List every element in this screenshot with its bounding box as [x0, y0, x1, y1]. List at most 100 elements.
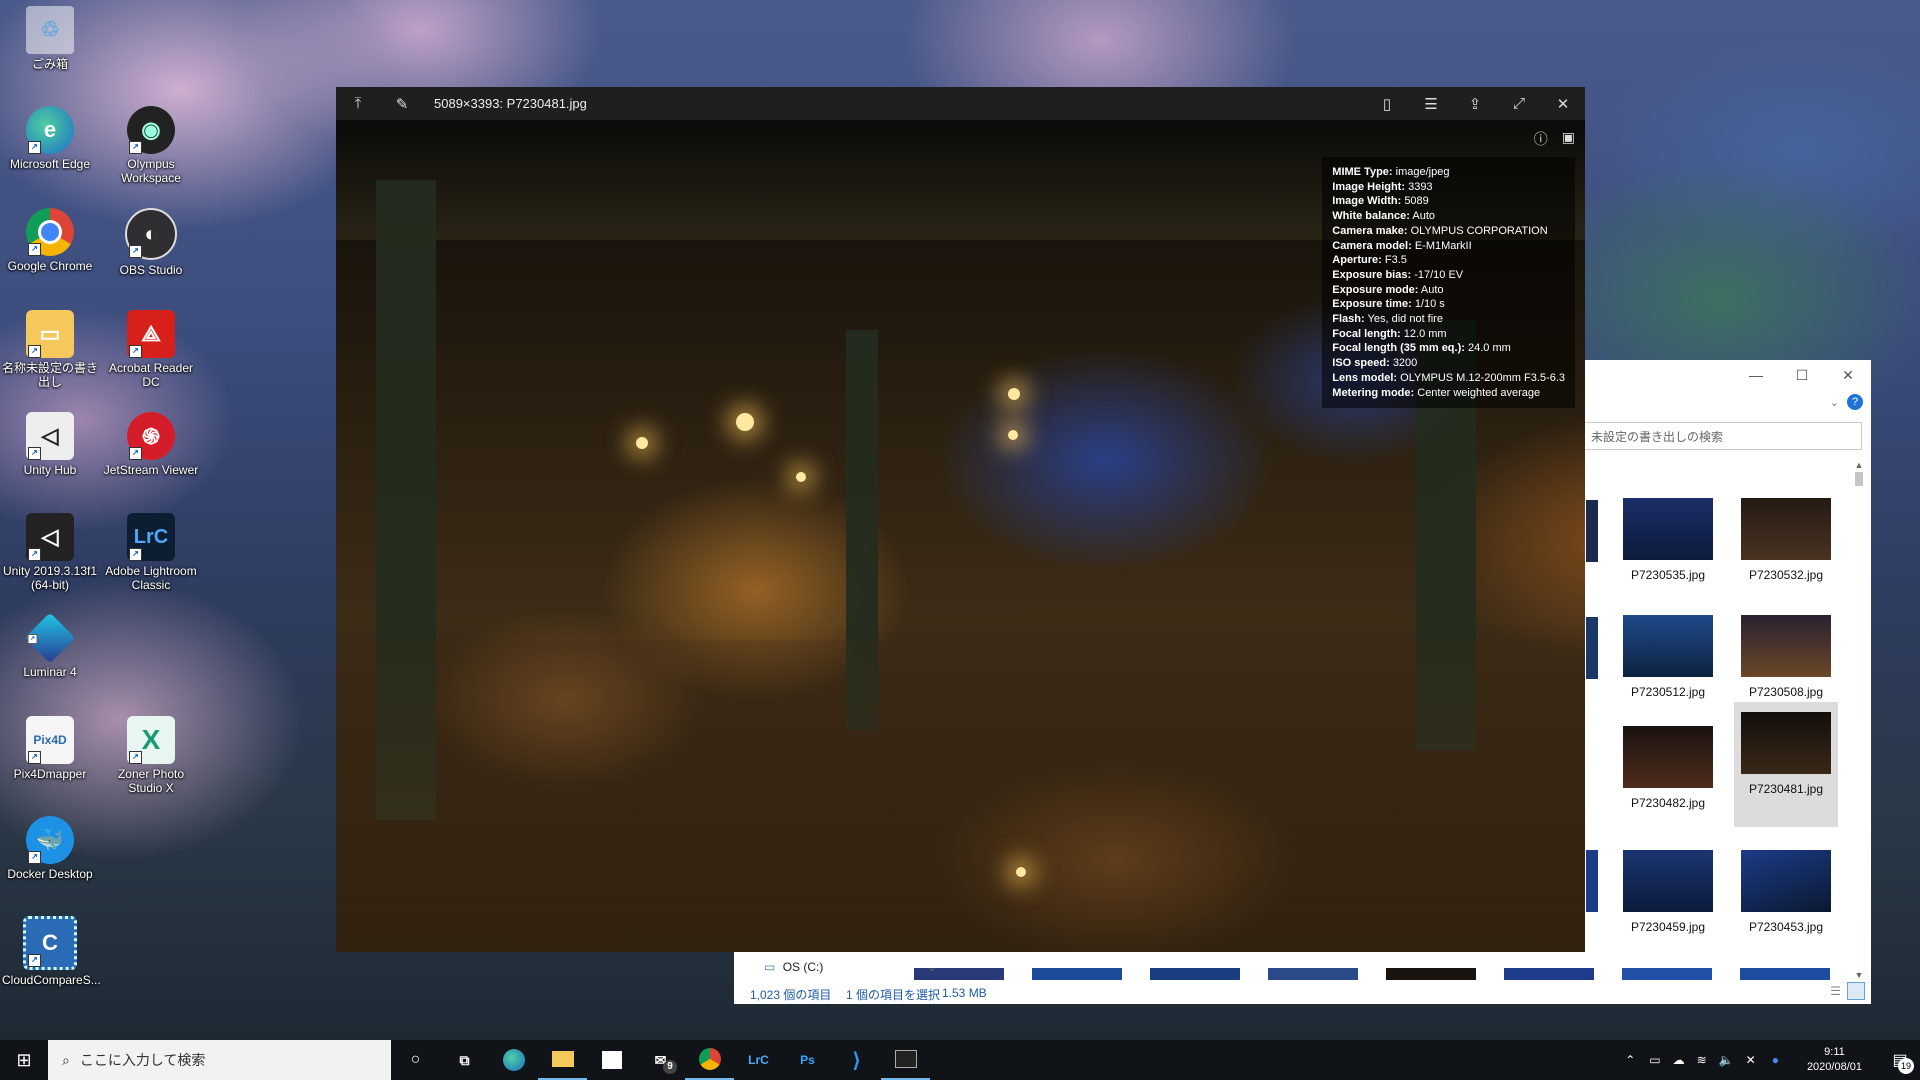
desktop-icon-folder[interactable]: ▭ ↗ 名称未設定の書き出し: [2, 310, 98, 389]
maximize-button[interactable]: ☐: [1779, 360, 1825, 390]
vscode-taskbar-icon[interactable]: ⟩: [832, 1040, 881, 1080]
desktop-icon-edge[interactable]: e ↗ Microsoft Edge: [2, 106, 98, 171]
thumbnail-partial: [1150, 968, 1240, 980]
mail-taskbar-icon[interactable]: ✉ 9: [636, 1040, 685, 1080]
exif-row: Metering mode: Center weighted average: [1332, 386, 1541, 399]
disconnect-icon[interactable]: ✕: [1746, 1053, 1756, 1067]
start-button[interactable]: ⊞: [0, 1040, 48, 1080]
thumbnail-item[interactable]: P7230532.jpg: [1734, 498, 1838, 598]
mail-badge: 9: [663, 1060, 677, 1074]
volume-icon[interactable]: 🔈: [1719, 1053, 1734, 1067]
photo-lamp: [1008, 430, 1018, 440]
minimize-button[interactable]: —: [1733, 360, 1779, 390]
desktop-icon-unity-hub[interactable]: ◁ ↗ Unity Hub: [2, 412, 98, 477]
zoner-icon: X ↗: [127, 716, 175, 764]
task-view-icon[interactable]: ⧉: [440, 1040, 489, 1080]
chevron-up-icon[interactable]: ⌃: [1625, 1053, 1635, 1067]
status-bar: 1,023 個の項目 1 個の項目を選択 1.53 MB ☰: [734, 980, 1871, 1004]
luminar-icon: ↗: [24, 612, 76, 664]
ribbon-expand-icon[interactable]: ⌄: [1830, 396, 1839, 409]
photo-lamp: [796, 472, 806, 482]
scroll-down-icon[interactable]: ▼: [1853, 970, 1865, 980]
system-tray: ⌃ ▭ ☁ ≋ 🔈 ✕ ● 9:11 2020/08/01 ▤19: [1617, 1040, 1920, 1080]
desktop-icon-acrobat[interactable]: ⟁ ↗ Acrobat Reader DC: [103, 310, 199, 389]
thumbnail-item[interactable]: P7230459.jpg: [1616, 850, 1720, 950]
exif-row: White balance: Auto: [1332, 210, 1435, 223]
info-icon[interactable]: ⓘ: [1534, 129, 1548, 149]
desktop-icon-recycle-bin[interactable]: ♲ ごみ箱: [2, 6, 98, 71]
exif-row: Exposure bias: -17/10 EV: [1332, 268, 1464, 281]
wifi-icon[interactable]: ≋: [1697, 1053, 1707, 1067]
desktop-icon-jetstream[interactable]: ֍ ↗ JetStream Viewer: [103, 412, 199, 477]
terminal-taskbar-icon[interactable]: [881, 1040, 930, 1080]
file-icon[interactable]: ▯: [1365, 87, 1409, 120]
cortana-icon[interactable]: ○: [391, 1040, 440, 1080]
scroll-up-icon[interactable]: ▲: [1853, 460, 1865, 470]
photo-lamp: [1016, 867, 1026, 877]
desktop-icon-pix4d[interactable]: Pix4D ↗ Pix4Dmapper: [2, 716, 98, 781]
viewer-overlay-icons: ⓘ ▣: [1534, 129, 1575, 149]
exif-row: Exposure time: 1/10 s: [1332, 298, 1445, 311]
close-button[interactable]: ✕: [1825, 360, 1871, 390]
search-input[interactable]: 未設定の書き出しの検索: [1582, 422, 1862, 450]
desktop-icon-unity[interactable]: ◁ ↗ Unity 2019.3.13f1 (64-bit): [2, 513, 98, 592]
pin-icon[interactable]: ✎: [380, 87, 424, 120]
thumbnail-item[interactable]: P7230453.jpg: [1734, 850, 1838, 950]
exif-row: Aperture: F3.5: [1332, 254, 1407, 267]
store-taskbar-icon[interactable]: [587, 1040, 636, 1080]
scrollbar[interactable]: ▲ ▼: [1853, 460, 1865, 980]
action-center-icon[interactable]: ▤19: [1880, 1050, 1920, 1074]
close-icon[interactable]: ✕: [1541, 87, 1585, 120]
thumbnail-item[interactable]: P7230508.jpg: [1734, 615, 1838, 715]
chrome-taskbar-icon[interactable]: [685, 1040, 734, 1080]
defender-icon[interactable]: ●: [1772, 1053, 1779, 1067]
exif-row: Image Height: 3393: [1332, 180, 1433, 193]
pix4d-icon: Pix4D ↗: [26, 716, 74, 764]
exif-panel: MIME Type: image/jpeg Image Height: 3393…: [1322, 157, 1575, 409]
photo-lamp: [636, 437, 648, 449]
edge-taskbar-icon[interactable]: [489, 1040, 538, 1080]
large-icons-view-icon[interactable]: [1847, 982, 1865, 1000]
desktop-icon-docker[interactable]: 🐳 ↗ Docker Desktop: [2, 816, 98, 881]
folder-icon: ▭ ↗: [26, 310, 74, 358]
file-explorer-taskbar-icon[interactable]: [538, 1040, 587, 1080]
viewer-titlebar: ⤒ ✎ 5089×3393: P7230481.jpg ▯ ☰ ⇪ ⤢ ✕: [336, 87, 1585, 120]
clock-date: 2020/08/01: [1806, 1061, 1862, 1073]
list-icon[interactable]: ☰: [1409, 87, 1453, 120]
up-arrow-icon[interactable]: ⤒: [336, 87, 380, 120]
lightroom-taskbar-icon[interactable]: LrC: [734, 1040, 783, 1080]
desktop-icon-luminar[interactable]: ↗ Luminar 4: [2, 612, 98, 679]
thumbnail-item[interactable]: P7230535.jpg: [1616, 498, 1720, 598]
thumbnail-item[interactable]: P7230512.jpg: [1616, 615, 1720, 715]
thumbnail-image: [1623, 498, 1713, 560]
desktop-icon-chrome[interactable]: ↗ Google Chrome: [2, 208, 98, 273]
thumbnail-partial: [1586, 500, 1598, 562]
chevron-down-icon[interactable]: ⌄: [927, 960, 937, 974]
thumbnail-item[interactable]: P7230482.jpg: [1616, 726, 1720, 826]
drive-icon: ▭: [764, 960, 776, 974]
desktop-icon-lightroom[interactable]: LrC ↗ Adobe Lightroom Classic: [103, 513, 199, 592]
thumbnail-image: [1741, 615, 1831, 677]
details-view-icon[interactable]: ☰: [1830, 984, 1841, 998]
help-icon[interactable]: ?: [1847, 394, 1863, 410]
desktop-icon-olympus-workspace[interactable]: ◉ ↗ Olympus Workspace: [103, 106, 199, 185]
desktop-icon-zoner[interactable]: X ↗ Zoner Photo Studio X: [103, 716, 199, 795]
thumbnail-image: [1623, 850, 1713, 912]
onedrive-icon[interactable]: ☁: [1673, 1053, 1685, 1067]
taskbar-search-box[interactable]: ⌕ ここに入力して検索: [48, 1040, 391, 1080]
slideshow-icon[interactable]: ▣: [1562, 129, 1575, 149]
nav-item-os-drive[interactable]: ▭ OS (C:) ⌄: [764, 960, 937, 974]
exif-row: Lens model: OLYMPUS M.12-200mm F3.5-6.3: [1332, 371, 1565, 384]
exif-row: Focal length: 12.0 mm: [1332, 327, 1447, 340]
battery-icon[interactable]: ▭: [1649, 1053, 1660, 1067]
photoshop-taskbar-icon[interactable]: Ps: [783, 1040, 832, 1080]
desktop-icon-cloudcompare[interactable]: C ↗ CloudCompareS...: [2, 916, 101, 987]
thumbnail-image: [1623, 615, 1713, 677]
scroll-thumb[interactable]: [1855, 472, 1863, 486]
fullscreen-icon[interactable]: ⤢: [1497, 87, 1541, 120]
share-icon[interactable]: ⇪: [1453, 87, 1497, 120]
clock[interactable]: 9:11 2020/08/01: [1807, 1045, 1862, 1075]
desktop-icon-obs[interactable]: ◐ ↗ OBS Studio: [103, 208, 199, 277]
thumbnail-item-selected[interactable]: P7230481.jpg: [1734, 702, 1838, 827]
thumbnail-image: [1623, 726, 1713, 788]
